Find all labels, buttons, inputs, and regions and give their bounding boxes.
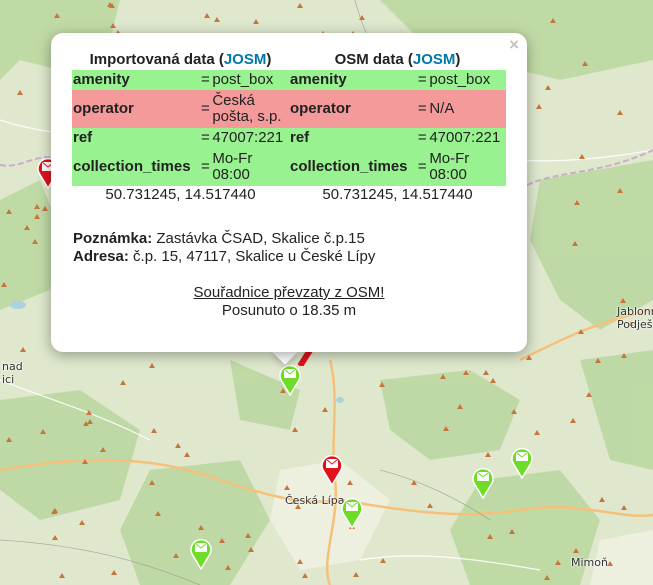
close-icon[interactable]: × <box>509 35 519 55</box>
tag-key: ref <box>72 128 200 148</box>
osm-data-heading: OSM data (JOSM) <box>334 50 461 68</box>
josm-link-osm[interactable]: JOSM <box>413 51 456 68</box>
post-box-marker-green[interactable] <box>278 362 302 396</box>
eq-sign: = <box>416 128 429 148</box>
coordinates-row: 50.731245, 14.517440 50.731245, 14.51744… <box>72 186 506 204</box>
eq-sign: = <box>416 148 429 186</box>
imported-data-heading: Importovaná data (JOSM) <box>89 50 272 68</box>
tag-key: amenity <box>72 70 200 90</box>
table-row-collection-times: collection_times = Mo-Fr 08:00 collection… <box>72 148 506 186</box>
comparison-table: Importovaná data (JOSM) OSM data (JOSM) … <box>72 48 506 204</box>
tag-key: collection_times <box>72 148 200 186</box>
moved-distance: Posunuto o 18.35 m <box>221 302 357 319</box>
table-row-amenity: amenity = post_box amenity = post_box <box>72 70 506 90</box>
osm-value: post_box <box>428 70 506 90</box>
josm-link-imported[interactable]: JOSM <box>224 51 267 68</box>
osm-coordinates: 50.731245, 14.517440 <box>322 186 473 203</box>
eq-sign: = <box>416 90 429 128</box>
comparison-popup: × Importovaná data (JOSM) OSM data (JOSM… <box>51 33 527 352</box>
table-header-row: Importovaná data (JOSM) OSM data (JOSM) <box>72 48 506 70</box>
imported-value: Česká pošta, s.p. <box>211 90 289 128</box>
post-box-marker-red[interactable] <box>320 452 344 486</box>
tag-key: operator <box>72 90 200 128</box>
note-block: Poznámka: Zastávka ČSAD, Skalice č.p.15 … <box>73 230 513 266</box>
town-label-ici: ici <box>2 373 15 386</box>
address-line: Adresa: č.p. 15, 47117, Skalice u České … <box>73 248 376 265</box>
post-box-marker-green[interactable] <box>510 445 534 479</box>
tag-key: collection_times <box>288 148 417 186</box>
imported-value: post_box <box>211 70 289 90</box>
eq-sign: = <box>199 128 212 148</box>
town-label-jablonne: Jablonné <box>617 305 653 318</box>
town-label-mimon: Mimoň <box>571 556 608 569</box>
moved-info: Souřadnice převzaty z OSM! Posunuto o 18… <box>51 284 527 320</box>
town-label-podjested: Podještědí <box>617 318 653 331</box>
imported-value: Mo-Fr 08:00 <box>211 148 289 186</box>
table-row-ref: ref = 47007:221 ref = 47007:221 <box>72 128 506 148</box>
tag-key: ref <box>288 128 417 148</box>
eq-sign: = <box>199 90 212 128</box>
note-line: Poznámka: Zastávka ČSAD, Skalice č.p.15 <box>73 230 365 247</box>
post-box-marker-green[interactable] <box>340 495 364 529</box>
osm-value: Mo-Fr 08:00 <box>428 148 506 186</box>
coords-taken-link[interactable]: Souřadnice převzaty z OSM! <box>194 284 385 301</box>
tag-key: amenity <box>288 70 417 90</box>
post-box-marker-green[interactable] <box>471 465 495 499</box>
eq-sign: = <box>416 70 429 90</box>
eq-sign: = <box>199 70 212 90</box>
town-label-ceska-lipa: Česká Lípa <box>285 494 345 507</box>
osm-value: 47007:221 <box>428 128 506 148</box>
imported-value: 47007:221 <box>211 128 289 148</box>
osm-value: N/A <box>428 90 506 128</box>
eq-sign: = <box>199 148 212 186</box>
table-row-operator: operator = Česká pošta, s.p. operator = N… <box>72 90 506 128</box>
tag-key: operator <box>288 90 417 128</box>
post-box-marker-green[interactable] <box>189 536 213 570</box>
town-label-nad: nad <box>2 360 23 373</box>
imported-coordinates: 50.731245, 14.517440 <box>105 186 256 203</box>
